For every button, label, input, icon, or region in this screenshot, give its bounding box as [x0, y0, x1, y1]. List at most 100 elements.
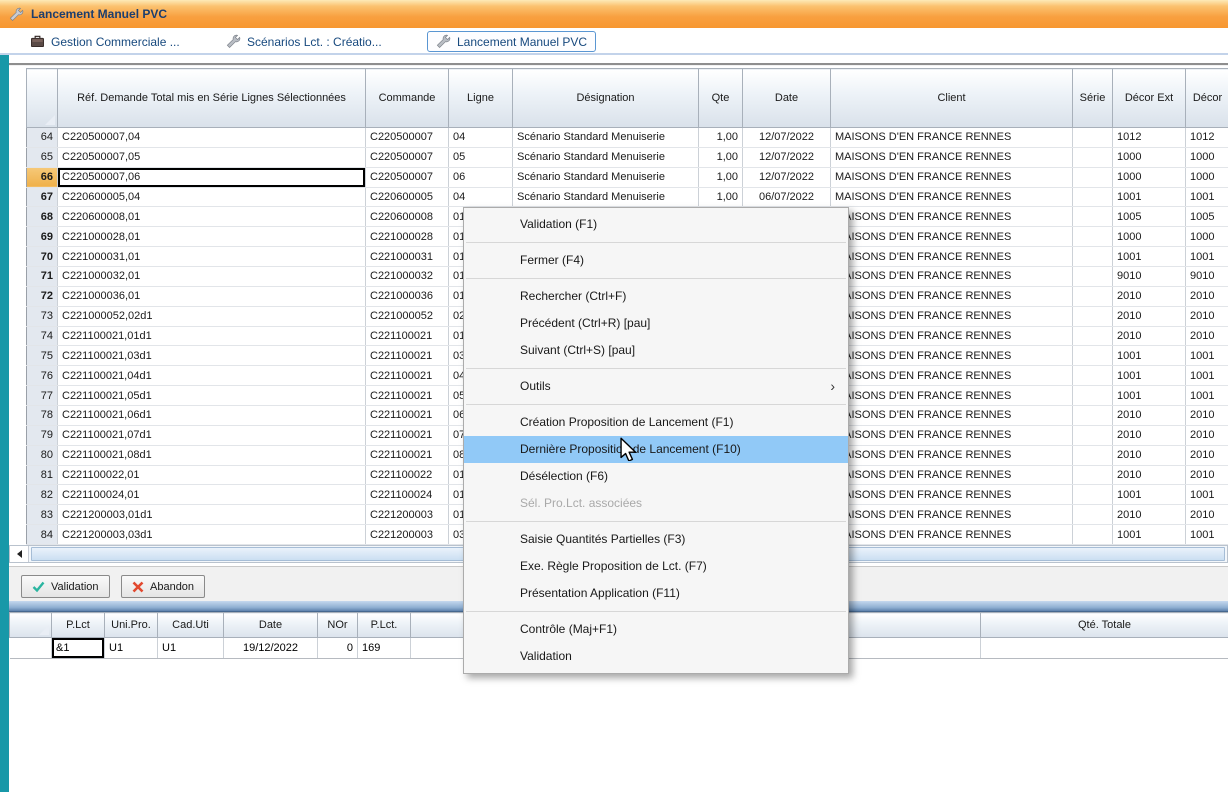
cell-ser[interactable] [1073, 207, 1113, 227]
menu-item[interactable]: Outils› [464, 373, 848, 400]
cell-cli[interactable]: MAISONS D'EN FRANCE RENNES [831, 286, 1073, 306]
cell-gutter[interactable]: 70 [27, 247, 58, 267]
column-header-serie[interactable]: Série [1073, 69, 1113, 128]
cell-ref[interactable]: C221100021,06d1 [58, 406, 366, 426]
cell-com[interactable]: C221100022 [366, 465, 449, 485]
column-header-qte[interactable]: Qte [699, 69, 743, 128]
cell-di[interactable]: 2010 [1186, 306, 1228, 326]
cell-dx[interactable]: 1001 [1113, 485, 1186, 505]
cell-gutter[interactable]: 69 [27, 227, 58, 247]
cell-di[interactable]: 1001 [1186, 366, 1228, 386]
tab-gestion-commerciale[interactable]: Gestion Commerciale ... [22, 31, 188, 52]
cell-cli[interactable]: MAISONS D'EN FRANCE RENNES [831, 247, 1073, 267]
cell-ref[interactable]: C221000028,01 [58, 227, 366, 247]
cell-ref[interactable]: C221100024,01 [58, 485, 366, 505]
cell-ser[interactable] [1073, 128, 1113, 148]
cell-cli[interactable]: MAISONS D'EN FRANCE RENNES [831, 187, 1073, 207]
cell-com[interactable]: C220500007 [366, 167, 449, 187]
cell-cli[interactable]: MAISONS D'EN FRANCE RENNES [831, 306, 1073, 326]
cell-dx[interactable]: 2010 [1113, 406, 1186, 426]
cell-di[interactable]: 1000 [1186, 227, 1228, 247]
cell-date[interactable]: 12/07/2022 [743, 128, 831, 148]
cell-cad-uti[interactable]: U1 [158, 638, 224, 659]
cell-di[interactable]: 1001 [1186, 187, 1228, 207]
cell-di[interactable]: 2010 [1186, 425, 1228, 445]
scroll-left-button[interactable] [10, 546, 29, 562]
cell-dx[interactable]: 9010 [1113, 267, 1186, 287]
cell-cli[interactable]: MAISONS D'EN FRANCE RENNES [831, 267, 1073, 287]
cell-gutter[interactable]: 81 [27, 465, 58, 485]
tab-lancement-manuel-pvc[interactable]: Lancement Manuel PVC [427, 31, 596, 52]
cell-cli[interactable]: MAISONS D'EN FRANCE RENNES [831, 366, 1073, 386]
select-all-corner[interactable] [27, 69, 58, 128]
menu-item[interactable]: Exe. Règle Proposition de Lct. (F7) [464, 553, 848, 580]
cell-ser[interactable] [1073, 525, 1113, 545]
cell-ser[interactable] [1073, 366, 1113, 386]
menu-item[interactable]: Fermer (F4) [464, 247, 848, 274]
cell-ref[interactable]: C220500007,06 [58, 167, 366, 187]
cell-nor[interactable]: 0 [318, 638, 358, 659]
cell-gutter[interactable]: 68 [27, 207, 58, 227]
cell-ref[interactable]: C221000036,01 [58, 286, 366, 306]
cell-gutter[interactable]: 73 [27, 306, 58, 326]
cell-gutter[interactable]: 83 [27, 505, 58, 525]
menu-item[interactable]: Dernière Proposition de Lancement (F10) [464, 436, 848, 463]
cell-ref[interactable]: C221100021,03d1 [58, 346, 366, 366]
row-selector-cell[interactable] [10, 638, 52, 659]
cell-ref[interactable]: C221200003,03d1 [58, 525, 366, 545]
cell-p-lct[interactable]: &1 [52, 638, 105, 659]
column-header-designation[interactable]: Désignation [513, 69, 699, 128]
cell-ser[interactable] [1073, 227, 1113, 247]
column-header-ref-demande[interactable]: Réf. Demande Total mis en Série Lignes S… [58, 69, 366, 128]
cell-ser[interactable] [1073, 465, 1113, 485]
cell-dx[interactable]: 2010 [1113, 326, 1186, 346]
cell-com[interactable]: C221100021 [366, 445, 449, 465]
column-header-cad-uti[interactable]: Cad.Uti [158, 613, 224, 638]
cell-com[interactable]: C220500007 [366, 128, 449, 148]
cell-di[interactable]: 2010 [1186, 505, 1228, 525]
cell-ref[interactable]: C221000031,01 [58, 247, 366, 267]
cell-com[interactable]: C221000032 [366, 267, 449, 287]
cell-di[interactable]: 9010 [1186, 267, 1228, 287]
cell-ser[interactable] [1073, 187, 1113, 207]
cell-lig[interactable]: 06 [449, 167, 513, 187]
cell-ser[interactable] [1073, 445, 1113, 465]
column-header-date[interactable]: Date [743, 69, 831, 128]
cell-com[interactable]: C221200003 [366, 505, 449, 525]
cell-uni-pro[interactable]: U1 [105, 638, 158, 659]
cell-com[interactable]: C221100021 [366, 386, 449, 406]
cell-lig[interactable]: 04 [449, 128, 513, 148]
tab-scenarios-lct[interactable]: Scénarios Lct. : Créatio... [218, 31, 390, 52]
cell-des[interactable]: Scénario Standard Menuiserie [513, 187, 699, 207]
cell-des[interactable]: Scénario Standard Menuiserie [513, 167, 699, 187]
menu-item[interactable]: Désélection (F6) [464, 463, 848, 490]
cell-cli[interactable]: MAISONS D'EN FRANCE RENNES [831, 147, 1073, 167]
cell-ref[interactable]: C220500007,05 [58, 147, 366, 167]
cell-qte[interactable]: 1,00 [699, 128, 743, 148]
table-row[interactable]: 65C220500007,05C22050000705Scénario Stan… [27, 147, 1228, 167]
cell-di[interactable]: 1005 [1186, 207, 1228, 227]
cell-com[interactable]: C221100021 [366, 326, 449, 346]
abandon-button[interactable]: Abandon [121, 575, 205, 598]
cell-qte[interactable]: 1,00 [699, 147, 743, 167]
cell-cli[interactable]: MAISONS D'EN FRANCE RENNES [831, 207, 1073, 227]
cell-lig[interactable]: 05 [449, 147, 513, 167]
cell-date[interactable]: 06/07/2022 [743, 187, 831, 207]
cell-di[interactable]: 1000 [1186, 147, 1228, 167]
cell-gutter[interactable]: 64 [27, 128, 58, 148]
column-header-p-lct2[interactable]: P.Lct. [358, 613, 411, 638]
cell-com[interactable]: C221000036 [366, 286, 449, 306]
cell-di[interactable]: 1000 [1186, 167, 1228, 187]
menu-item[interactable]: Précédent (Ctrl+R) [pau] [464, 310, 848, 337]
cell-di[interactable]: 1012 [1186, 128, 1228, 148]
cell-gutter[interactable]: 66 [27, 167, 58, 187]
cell-dx[interactable]: 1005 [1113, 207, 1186, 227]
cell-ref[interactable]: C221100021,07d1 [58, 425, 366, 445]
cell-cli[interactable]: MAISONS D'EN FRANCE RENNES [831, 346, 1073, 366]
cell-cli[interactable]: MAISONS D'EN FRANCE RENNES [831, 128, 1073, 148]
menu-item[interactable]: Validation [464, 643, 848, 670]
menu-item[interactable]: Saisie Quantités Partielles (F3) [464, 526, 848, 553]
cell-gutter[interactable]: 67 [27, 187, 58, 207]
cell-ser[interactable] [1073, 505, 1113, 525]
cell-dx[interactable]: 2010 [1113, 445, 1186, 465]
